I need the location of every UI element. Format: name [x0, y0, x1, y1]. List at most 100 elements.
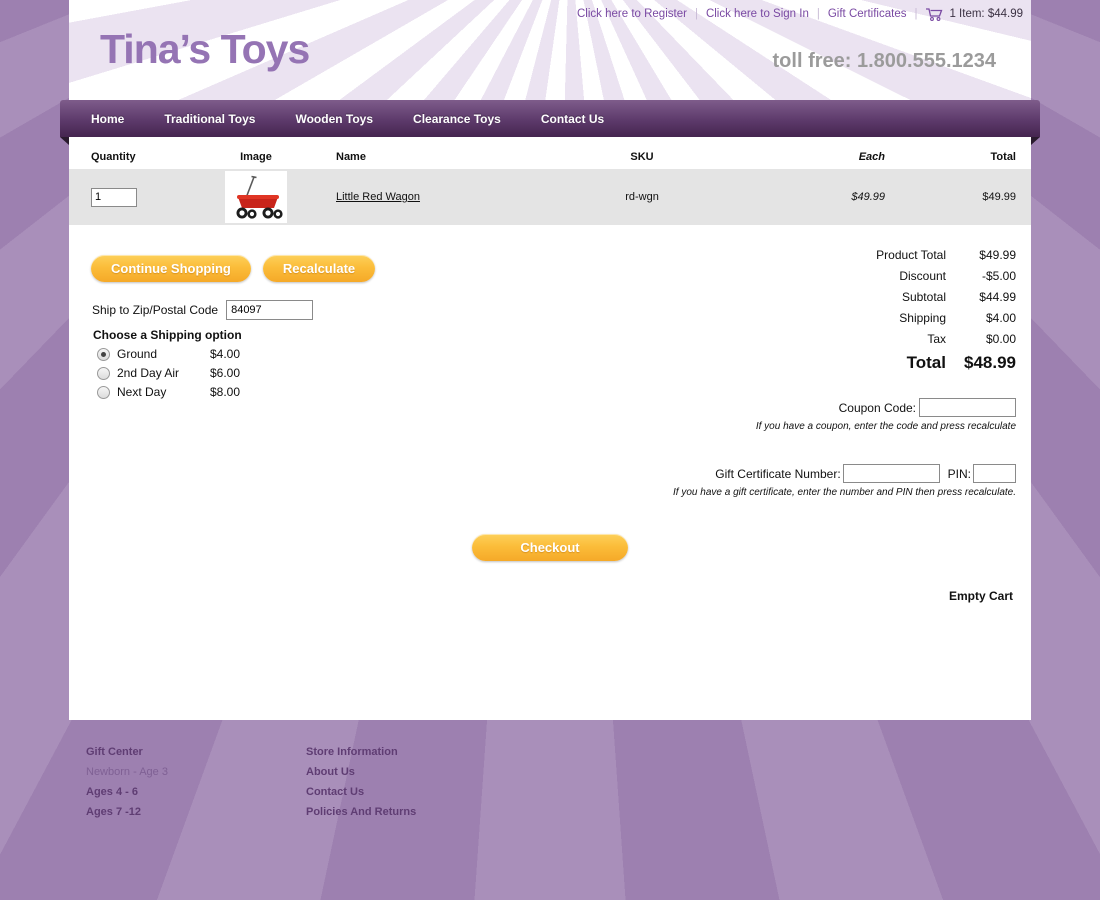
footer-store-info-column: Store Information About Us Contact Us Po… — [306, 746, 526, 826]
toll-free-number: toll free: 1.800.555.1234 — [773, 50, 996, 73]
pin-label: PIN: — [948, 467, 971, 481]
gift-certificate-section: Gift Certificate Number: PIN: — [506, 464, 1016, 483]
shipping-option-next-day: Next Day $8.00 — [86, 385, 506, 399]
radio-2nd-day-air[interactable] — [97, 367, 110, 380]
separator: | — [914, 8, 917, 20]
shipping-option-label: Next Day — [117, 385, 202, 399]
totals-label: Discount — [899, 269, 946, 283]
col-header-name: Name — [311, 151, 561, 163]
col-header-image: Image — [201, 151, 311, 163]
cart-summary[interactable]: 1 Item: $44.99 — [925, 7, 1023, 21]
shipping-option-ground: Ground $4.00 — [86, 347, 506, 361]
separator: | — [695, 8, 698, 20]
nav-item-clearance-toys[interactable]: Clearance Toys — [413, 112, 501, 126]
cart-controls: Continue Shopping Recalculate Ship to Zi… — [69, 225, 1031, 498]
shipping-option-label: 2nd Day Air — [117, 366, 202, 380]
sign-in-link[interactable]: Click here to Sign In — [706, 8, 809, 20]
shipping-column: Continue Shopping Recalculate Ship to Zi… — [86, 225, 506, 498]
nav-item-traditional-toys[interactable]: Traditional Toys — [164, 112, 255, 126]
product-sku: rd-wgn — [561, 191, 723, 203]
totals-value: $4.00 — [946, 311, 1016, 325]
product-image[interactable] — [225, 171, 287, 223]
totals-value: $44.99 — [946, 290, 1016, 304]
totals-label: Shipping — [899, 311, 946, 325]
footer-ages-7-12-link[interactable]: Ages 7 -12 — [86, 806, 306, 818]
totals-column: Product Total $49.99 Discount -$5.00 Sub… — [506, 225, 1016, 498]
quantity-input[interactable] — [91, 188, 137, 207]
gift-certificates-link[interactable]: Gift Certificates — [828, 8, 907, 20]
shipping-option-price: $8.00 — [210, 385, 240, 399]
totals-value: -$5.00 — [946, 269, 1016, 283]
continue-shopping-button[interactable]: Continue Shopping — [91, 255, 251, 282]
col-header-total: Total — [885, 151, 1016, 163]
recalculate-button[interactable]: Recalculate — [263, 255, 375, 282]
totals-row-grand-total: Total $48.99 — [506, 353, 1016, 373]
col-header-each: Each — [723, 151, 885, 163]
coupon-section: Coupon Code: — [506, 398, 1016, 417]
cart-row-band: Little Red Wagon rd-wgn $49.99 $49.99 — [69, 169, 1031, 225]
shipping-option-label: Ground — [117, 347, 202, 361]
gift-certificate-help-text: If you have a gift certificate, enter th… — [506, 487, 1016, 498]
cart-table-header: Quantity Image Name SKU Each Total — [69, 137, 1031, 169]
totals-row-tax: Tax $0.00 — [506, 332, 1016, 346]
gift-certificate-input[interactable] — [843, 464, 940, 483]
shipping-option-price: $4.00 — [210, 347, 240, 361]
product-name-link[interactable]: Little Red Wagon — [336, 191, 420, 203]
zip-input[interactable] — [226, 300, 313, 320]
site-header: Click here to Register | Click here to S… — [69, 0, 1031, 100]
totals-row-shipping: Shipping $4.00 — [506, 311, 1016, 325]
product-each-price: $49.99 — [723, 191, 885, 203]
site-footer: Gift Center Newborn - Age 3 Ages 4 - 6 A… — [69, 720, 1031, 826]
empty-cart-link[interactable]: Empty Cart — [949, 589, 1013, 603]
store-logo[interactable]: Tina’s Toys — [100, 26, 309, 73]
footer-gift-center-column: Gift Center Newborn - Age 3 Ages 4 - 6 A… — [86, 746, 306, 826]
totals-value: $0.00 — [946, 332, 1016, 346]
nav-item-contact-us[interactable]: Contact Us — [541, 112, 604, 126]
footer-contact-us-link[interactable]: Contact Us — [306, 786, 526, 798]
footer-about-us-link[interactable]: About Us — [306, 766, 526, 778]
totals-row-subtotal: Subtotal $44.99 — [506, 290, 1016, 304]
checkout-button[interactable]: Checkout — [472, 534, 627, 561]
coupon-help-text: If you have a coupon, enter the code and… — [506, 421, 1016, 432]
footer-store-information-link[interactable]: Store Information — [306, 746, 526, 758]
totals-label: Tax — [927, 332, 946, 346]
cart-summary-label: 1 Item: $44.99 — [949, 8, 1023, 20]
footer-policies-returns-link[interactable]: Policies And Returns — [306, 806, 526, 818]
empty-cart-section: Empty Cart — [69, 587, 1031, 605]
order-totals: Product Total $49.99 Discount -$5.00 Sub… — [506, 248, 1016, 373]
zip-label: Ship to Zip/Postal Code — [92, 303, 218, 317]
shipping-option-2nd-day-air: 2nd Day Air $6.00 — [86, 366, 506, 380]
totals-row-discount: Discount -$5.00 — [506, 269, 1016, 283]
totals-label: Subtotal — [902, 290, 946, 304]
totals-value: $49.99 — [946, 248, 1016, 262]
footer-newborn-age3-link[interactable]: Newborn - Age 3 — [86, 766, 306, 778]
shipping-option-title: Choose a Shipping option — [86, 328, 506, 342]
footer-gift-center-link[interactable]: Gift Center — [86, 746, 306, 758]
radio-ground[interactable] — [97, 348, 110, 361]
totals-row-product-total: Product Total $49.99 — [506, 248, 1016, 262]
register-link[interactable]: Click here to Register — [577, 8, 687, 20]
cart-item-row: Little Red Wagon rd-wgn $49.99 $49.99 — [69, 169, 1031, 225]
page: Click here to Register | Click here to S… — [69, 0, 1031, 826]
grand-total-value: $48.99 — [946, 353, 1016, 373]
nav-item-wooden-toys[interactable]: Wooden Toys — [295, 112, 373, 126]
nav-item-home[interactable]: Home — [91, 112, 124, 126]
checkout-section: Checkout — [69, 534, 1031, 561]
main-nav: Home Traditional Toys Wooden Toys Cleara… — [60, 100, 1040, 137]
grand-total-label: Total — [907, 353, 946, 373]
shipping-option-price: $6.00 — [210, 366, 240, 380]
shopping-cart-icon — [925, 7, 944, 21]
col-header-sku: SKU — [561, 151, 723, 163]
radio-next-day[interactable] — [97, 386, 110, 399]
utility-links: Click here to Register | Click here to S… — [577, 7, 1023, 21]
cart-page: Quantity Image Name SKU Each Total — [69, 137, 1031, 720]
col-header-quantity: Quantity — [91, 151, 201, 163]
footer-ages-4-6-link[interactable]: Ages 4 - 6 — [86, 786, 306, 798]
product-total-price: $49.99 — [885, 191, 1016, 203]
gift-certificate-label: Gift Certificate Number: — [715, 467, 840, 481]
totals-label: Product Total — [876, 248, 946, 262]
separator: | — [817, 8, 820, 20]
coupon-label: Coupon Code: — [839, 401, 916, 415]
coupon-input[interactable] — [919, 398, 1016, 417]
pin-input[interactable] — [973, 464, 1016, 483]
